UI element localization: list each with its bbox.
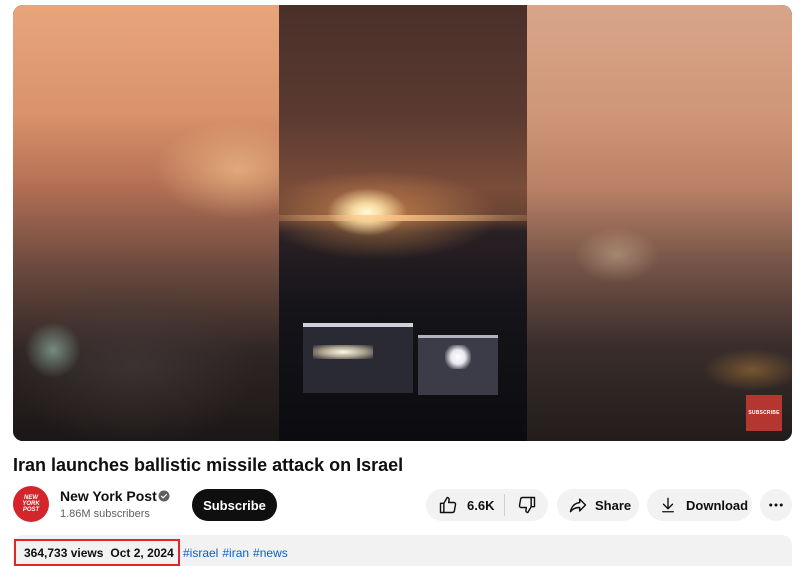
download-label: Download [686,497,749,513]
verified-check-icon [158,490,170,502]
hashtag-link[interactable]: #news [253,546,288,560]
avatar-text-line: POST [22,507,40,513]
share-label: Share [595,497,632,513]
channel-avatar[interactable]: NEW YORK POST [13,486,49,522]
video-lamp [445,345,471,369]
view-count: 364,733 views [24,546,104,560]
upload-date: Oct 2, 2024 [110,546,174,560]
download-button[interactable]: Download [647,489,752,521]
hashtag-link[interactable]: #israel [183,546,218,560]
subscriber-count: 1.86M subscribers [60,508,150,520]
channel-name[interactable]: New York Post [60,488,157,504]
video-porch-light [313,345,373,359]
thumbs-down-icon [518,496,535,514]
more-actions-button[interactable] [760,489,792,521]
video-player[interactable]: SUBSCRIBE [13,5,792,441]
hashtag-list: #israel #iran #news [183,546,292,560]
share-arrow-icon [569,498,587,513]
share-button[interactable]: Share [557,489,639,521]
like-count: 6.6K [467,497,495,513]
like-dislike-group: 6.6K [426,489,548,521]
view-date-line: 364,733 views Oct 2, 2024 [24,546,174,560]
hashtag-link[interactable]: #iran [222,546,249,560]
subscribe-watermark[interactable]: SUBSCRIBE [746,395,782,431]
thumbs-up-icon [439,496,457,514]
video-blur-right [527,5,792,441]
like-button[interactable]: 6.6K [426,489,504,521]
video-title: Iran launches ballistic missile attack o… [13,455,404,475]
video-blur-left [13,5,279,441]
dislike-button[interactable] [505,489,548,521]
video-horizon-glow [279,215,527,221]
download-arrow-icon [662,497,674,513]
subscribe-button[interactable]: Subscribe [192,489,277,521]
more-horizontal-icon [769,503,783,507]
